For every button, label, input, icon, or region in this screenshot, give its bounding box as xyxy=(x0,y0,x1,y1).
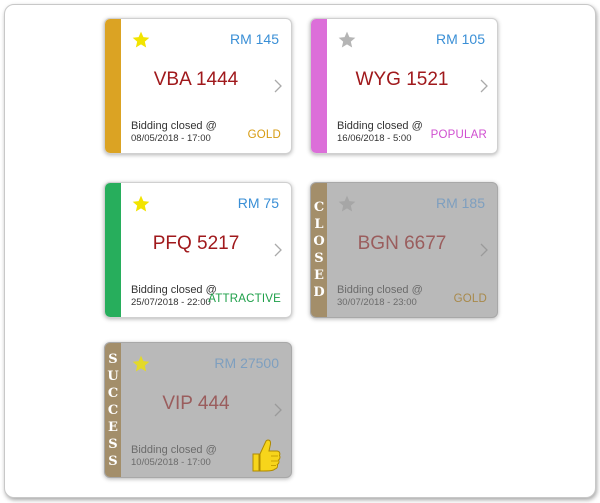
bidding-closed-label: Bidding closed @ xyxy=(131,444,217,456)
chevron-right-icon[interactable] xyxy=(273,242,283,258)
bidding-closed-date: 30/07/2018 - 23:00 xyxy=(337,297,417,308)
plate-card-vip-444[interactable]: SUCCESS RM 27500 VIP 444 Bidding closed … xyxy=(104,342,292,478)
star-icon[interactable] xyxy=(131,194,151,214)
bid-price: RM 145 xyxy=(229,31,279,47)
card-stripe xyxy=(105,19,121,153)
stripe-letter: U xyxy=(107,368,119,384)
category-tag: GOLD xyxy=(453,293,487,305)
stripe-letter: E xyxy=(314,268,324,283)
category-tag: ATTRACTIVE xyxy=(208,293,281,305)
bidding-closed-date: 08/05/2018 - 17:00 xyxy=(131,133,211,144)
bidding-closed-label: Bidding closed @ xyxy=(337,120,423,132)
app-frame xyxy=(4,4,596,498)
star-icon[interactable] xyxy=(337,30,357,50)
chevron-right-icon[interactable] xyxy=(479,242,489,258)
bidding-closed-date: 16/06/2018 - 5:00 xyxy=(337,133,412,144)
chevron-right-icon[interactable] xyxy=(273,402,283,418)
plate-number: BGN 6677 xyxy=(357,233,447,254)
chevron-right-icon[interactable] xyxy=(273,78,283,94)
closed-status-label: CLOSED xyxy=(311,183,327,317)
stripe-letter: S xyxy=(314,251,324,266)
bidding-closed-date: 10/05/2018 - 17:00 xyxy=(131,457,211,468)
stripe-letter: C xyxy=(313,200,325,215)
plate-card-pfq-5217[interactable]: RM 75 PFQ 5217 Bidding closed @ 25/07/20… xyxy=(104,182,292,318)
category-tag: POPULAR xyxy=(430,129,487,141)
bid-price: RM 185 xyxy=(435,195,485,211)
bid-price: RM 27500 xyxy=(214,355,279,371)
stripe-letter: D xyxy=(313,285,325,300)
stripe-letter: E xyxy=(108,419,118,435)
stripe-letter: S xyxy=(108,453,118,469)
plate-number: VBA 1444 xyxy=(153,69,239,90)
bid-price: RM 105 xyxy=(435,31,485,47)
star-icon[interactable] xyxy=(131,30,151,50)
plate-number: VIP 444 xyxy=(162,393,230,414)
star-icon[interactable] xyxy=(337,194,357,214)
stripe-letter: C xyxy=(107,385,119,401)
plate-card-bgn-6677[interactable]: CLOSED RM 185 BGN 6677 Bidding closed @ … xyxy=(310,182,498,318)
success-status-label: SUCCESS xyxy=(105,343,121,477)
bidding-closed-label: Bidding closed @ xyxy=(337,284,423,296)
stripe-letter: C xyxy=(107,402,119,418)
thumbs-up-icon xyxy=(252,439,281,472)
bidding-closed-label: Bidding closed @ xyxy=(131,284,217,296)
bidding-closed-date: 25/07/2018 - 22:00 xyxy=(131,297,211,308)
bidding-closed-label: Bidding closed @ xyxy=(131,120,217,132)
stripe-letter: O xyxy=(313,234,325,249)
card-stripe xyxy=(311,19,327,153)
stripe-letter: S xyxy=(108,351,118,367)
star-icon[interactable] xyxy=(131,354,151,374)
bid-price: RM 75 xyxy=(237,195,279,211)
plate-number: PFQ 5217 xyxy=(152,233,240,254)
plate-card-wyg-1521[interactable]: RM 105 WYG 1521 Bidding closed @ 16/06/2… xyxy=(310,18,498,154)
card-stripe xyxy=(105,183,121,317)
category-tag: GOLD xyxy=(247,129,281,141)
stripe-letter: S xyxy=(108,436,118,452)
plate-number: WYG 1521 xyxy=(355,69,449,90)
plate-card-vba-1444[interactable]: RM 145 VBA 1444 Bidding closed @ 08/05/2… xyxy=(104,18,292,154)
chevron-right-icon[interactable] xyxy=(479,78,489,94)
stripe-letter: L xyxy=(314,217,324,232)
